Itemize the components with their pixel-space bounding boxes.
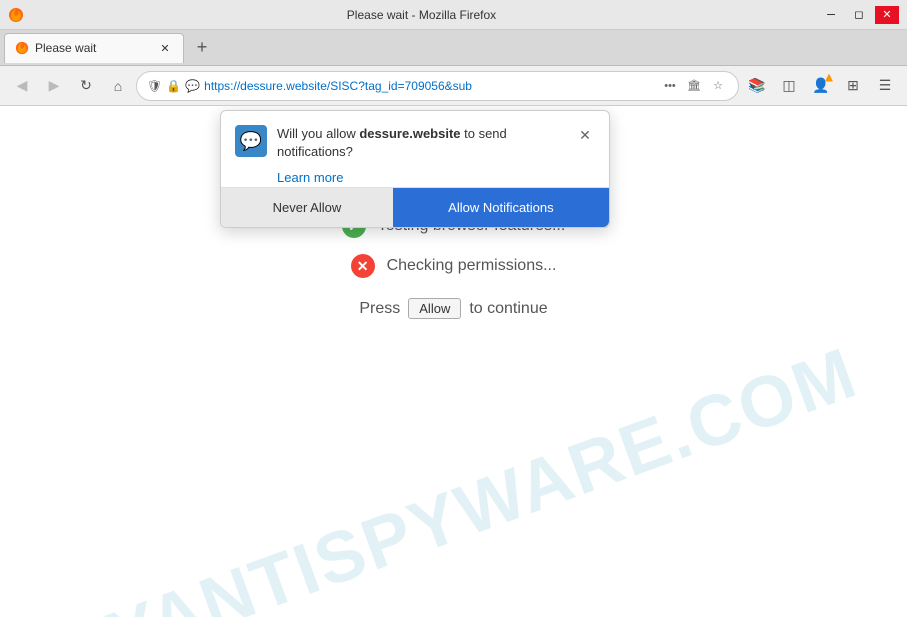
menu-button[interactable]: ☰ (871, 72, 899, 100)
back-button[interactable]: ◀ (8, 72, 36, 100)
reload-button[interactable]: ↻ (72, 72, 100, 100)
nav-extras: 📚 ◫ 👤 ⊞ ☰ (743, 72, 899, 100)
popup-site-name: dessure.website (359, 126, 460, 141)
tab-title: Please wait (35, 41, 151, 55)
tab-favicon (15, 41, 29, 55)
check-item: ✕ Checking permissions... (351, 254, 557, 278)
pocket-icon: 🏛 (684, 76, 704, 96)
popup-close-button[interactable]: ✕ (575, 125, 595, 145)
notification-popup: 💬 Will you allow dessure.website to send… (220, 110, 610, 228)
account-button[interactable]: 👤 (807, 72, 835, 100)
lock-icon: 🔒 (166, 79, 181, 93)
active-tab[interactable]: Please wait ✕ (4, 33, 184, 63)
warning-badge (825, 74, 833, 82)
firefox-icon (8, 7, 24, 23)
continue-text: to continue (469, 300, 547, 318)
popup-message-start: Will you allow (277, 126, 359, 141)
watermark: MYANTISPYWARE.COM (13, 322, 893, 617)
more-button[interactable]: ••• (660, 76, 680, 96)
popup-chat-icon: 💬 (235, 125, 267, 157)
bookmark-icon[interactable]: ☆ (708, 76, 728, 96)
restore-button[interactable]: ◻ (847, 6, 871, 24)
security-icon: 🛡 (147, 79, 162, 93)
allow-notifications-button[interactable]: Allow Notifications (393, 188, 609, 227)
tabbar: Please wait ✕ + (0, 30, 907, 66)
navbar: ◀ ▶ ↻ ⌂ 🛡 🔒 💬 https://dessure.website/SI… (0, 66, 907, 106)
address-bar[interactable]: 🛡 🔒 💬 https://dessure.website/SISC?tag_i… (136, 71, 739, 101)
popup-message: Will you allow dessure.website to send n… (277, 125, 565, 161)
popup-header: 💬 Will you allow dessure.website to send… (221, 111, 609, 169)
press-line: Press Allow to continue (359, 298, 547, 319)
press-text: Press (359, 300, 400, 318)
titlebar-buttons: ─ ◻ ✕ (819, 6, 899, 24)
sidebar-button[interactable]: ◫ (775, 72, 803, 100)
close-button[interactable]: ✕ (875, 6, 899, 24)
titlebar-title: Please wait - Mozilla Firefox (24, 8, 819, 22)
home-button[interactable]: ⌂ (104, 72, 132, 100)
check-text: Checking permissions... (387, 257, 557, 275)
minimize-button[interactable]: ─ (819, 6, 843, 24)
content-area: 💬 Will you allow dessure.website to send… (0, 106, 907, 617)
url-text: https://dessure.website/SISC?tag_id=7090… (204, 79, 656, 93)
tab-close-button[interactable]: ✕ (157, 40, 173, 56)
library-button[interactable]: 📚 (743, 72, 771, 100)
popup-buttons: Never Allow Allow Notifications (221, 187, 609, 227)
never-allow-button[interactable]: Never Allow (221, 188, 393, 227)
allow-badge: Allow (408, 298, 461, 319)
forward-button[interactable]: ▶ (40, 72, 68, 100)
new-tab-button[interactable]: + (188, 34, 216, 62)
titlebar: Please wait - Mozilla Firefox ─ ◻ ✕ (0, 0, 907, 30)
extensions-button[interactable]: ⊞ (839, 72, 867, 100)
notification-icon: 💬 (185, 79, 200, 93)
address-actions: ••• 🏛 ☆ (660, 76, 728, 96)
check-icon-error: ✕ (351, 254, 375, 278)
